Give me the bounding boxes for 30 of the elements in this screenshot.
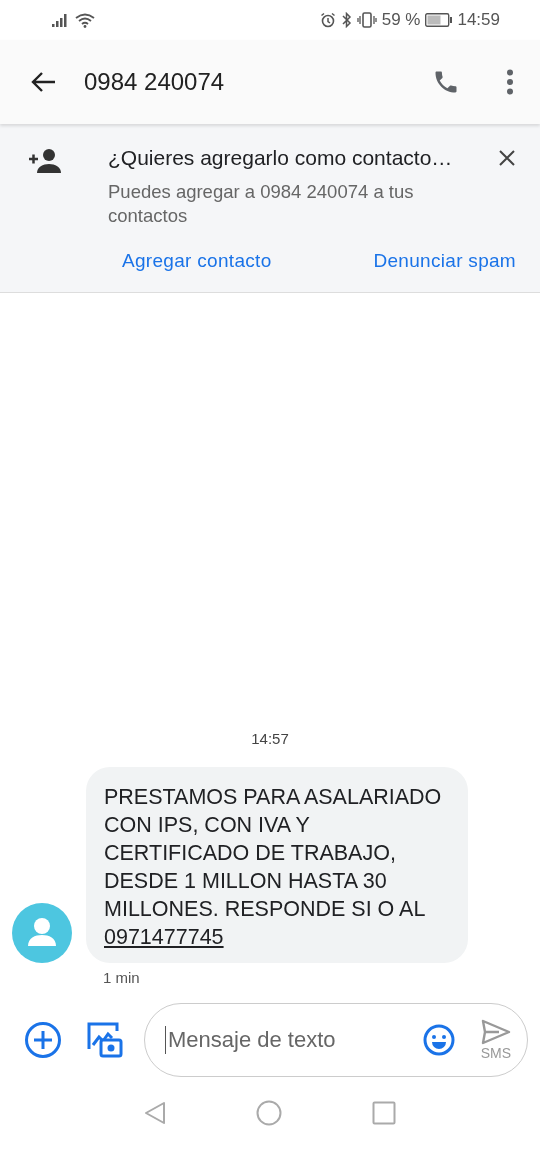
message-input[interactable]: Mensaje de texto [165,1026,413,1054]
clock: 14:59 [457,10,500,30]
banner-title: ¿Quieres agregarlo como contacto… [108,146,454,170]
back-arrow-icon[interactable] [30,71,56,93]
message-timestamp: 14:57 [251,730,289,747]
alarm-icon [319,12,336,28]
signal-icon [52,13,70,27]
phone-link[interactable]: 0971477745 [104,925,224,949]
recents-nav-icon[interactable] [372,1101,396,1125]
banner-action-button[interactable]: Agregar contacto [122,246,272,276]
more-options-icon[interactable] [506,69,514,95]
bluetooth-icon [340,12,352,28]
vibrate-icon [356,12,377,28]
send-icon [480,1019,511,1045]
add-person-icon [28,148,64,174]
back-nav-icon[interactable] [144,1101,166,1125]
message-time: 1 min [103,969,141,986]
battery-percentage: 59 % [381,10,421,30]
banner-text: Puedes agregar a 0984 240074 a tus contactos [108,180,415,228]
battery-icon [425,13,453,27]
home-nav-icon[interactable] [256,1100,282,1126]
emoji-icon[interactable] [422,1024,455,1056]
close-icon[interactable] [498,149,516,167]
send-sms-button[interactable]: SMS [480,1019,511,1061]
gallery-camera-icon[interactable] [86,1021,124,1059]
add-icon[interactable] [24,1021,62,1059]
contact-number-title: 0984 240074 [84,68,226,96]
banner-action-button[interactable]: Denunciar spam [373,246,516,276]
message-bubble: PRESTAMOS PARA ASALARIADO CON IPS, CON IVA Y CERTIFICADO DE TRABAJO, DESDE 1 MILLON HASTA 30 MILLONES. RESPONDE SI O AL 0971477745 [86,767,468,963]
wifi-icon [75,12,95,28]
